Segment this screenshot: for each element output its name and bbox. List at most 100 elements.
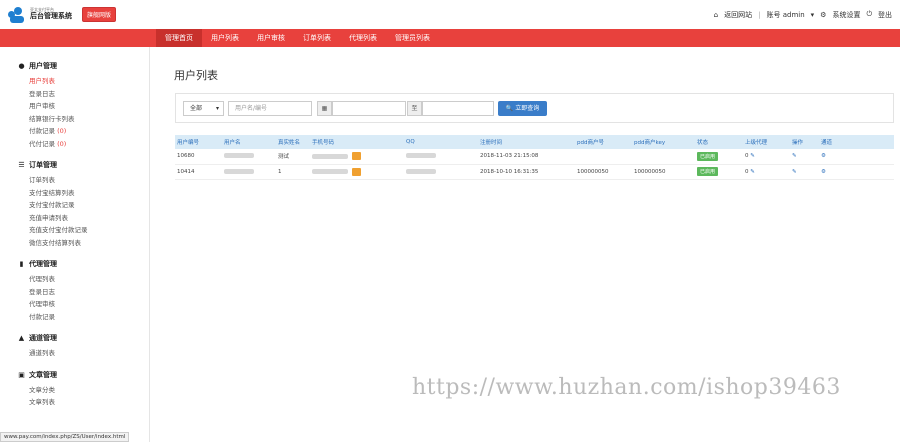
col-pdd-key: pdd商户key <box>632 135 695 149</box>
sidebar-item-bank-cards[interactable]: 结算银行卡列表 <box>18 113 149 126</box>
sidebar-item-user-list[interactable]: 用户列表 <box>18 75 149 88</box>
nav-user-review[interactable]: 用户审核 <box>248 29 294 47</box>
edit-icon[interactable]: ✎ <box>750 153 755 159</box>
table-row: 10414 1 2018-10-10 16:31:35 100000050 10… <box>175 164 894 180</box>
col-status: 状态 <box>695 135 743 149</box>
sidebar-item-proxy-payments[interactable]: 代付记录 (0) <box>18 138 149 151</box>
sidebar-item-agent-review[interactable]: 代理审核 <box>18 298 149 311</box>
cell-status: 已启用 <box>695 164 743 180</box>
col-realname: 真实姓名 <box>276 135 310 149</box>
phone-icon[interactable] <box>352 152 361 161</box>
cell-channel: ⚙ <box>819 164 894 180</box>
col-qq: QQ <box>404 135 478 149</box>
cell-actions: ✎ <box>790 164 819 180</box>
article-icon: ▣ <box>18 370 25 379</box>
logout-link[interactable]: 登出 <box>878 10 892 20</box>
sidebar-item-channels[interactable]: 通道列表 <box>18 347 149 360</box>
list-icon: ☰ <box>18 161 25 169</box>
chevron-down-icon: ▾ <box>215 105 219 112</box>
sidebar-item-agent-login-log[interactable]: 登录日志 <box>18 286 149 299</box>
user-search-input[interactable]: 用户名/编号 <box>228 101 312 116</box>
cell-agent: 0 ✎ <box>743 164 790 180</box>
logo-icon <box>8 6 26 23</box>
calendar-icon: ▦ <box>317 101 332 116</box>
watermark: https://www.huzhan.com/ishop39463 <box>412 375 841 400</box>
date-separator: 至 <box>407 101 422 116</box>
col-pdd-id: pdd商户号 <box>575 135 632 149</box>
sidebar-item-login-log[interactable]: 登录日志 <box>18 88 149 101</box>
cell-regtime: 2018-10-10 16:31:35 <box>478 164 575 180</box>
table-header-row: 用户编号 用户名 真实姓名 手机号码 QQ 注册时间 pdd商户号 pdd商户k… <box>175 135 894 149</box>
sidebar-item-alipay-settle[interactable]: 支付宝结算列表 <box>18 187 149 200</box>
sidebar-item-article-categories[interactable]: 文章分类 <box>18 384 149 397</box>
edit-icon[interactable]: ✎ <box>792 153 797 159</box>
sidebar-item-payments[interactable]: 付款记录 (0) <box>18 125 149 138</box>
sidebar-section-order[interactable]: ☰ 订单管理 <box>18 160 149 170</box>
account-menu[interactable]: 账号 admin <box>766 10 804 20</box>
version-badge: 旗舰网版 <box>82 7 117 22</box>
gear-icon: ⚙ <box>820 10 827 19</box>
status-badge[interactable]: 已启用 <box>697 167 719 176</box>
cell-pdd-id: 100000050 <box>575 164 632 180</box>
road-icon: ▲ <box>18 334 25 342</box>
start-date-input[interactable] <box>332 101 406 116</box>
status-select[interactable]: 全部 ▾ <box>183 101 224 116</box>
status-badge[interactable]: 已启用 <box>697 151 719 161</box>
cell-user-id: 10414 <box>175 164 222 180</box>
edit-icon[interactable]: ✎ <box>792 169 797 175</box>
sidebar-item-orders[interactable]: 订单列表 <box>18 174 149 187</box>
col-regtime: 注册时间 <box>478 135 575 149</box>
cell-regtime: 2018-11-03 21:15:08 <box>478 149 575 165</box>
sidebar-section-agent[interactable]: ▮ 代理管理 <box>18 259 149 269</box>
power-icon: ⏻ <box>866 10 872 18</box>
cell-channel: ⚙ <box>819 149 894 165</box>
nav-admin-list[interactable]: 管理员列表 <box>386 29 439 47</box>
sidebar-section-channel[interactable]: ▲ 通道管理 <box>18 333 149 343</box>
cell-user-id: 10680 <box>175 149 222 165</box>
cell-qq <box>404 164 478 180</box>
end-date-input[interactable] <box>422 101 494 116</box>
table-row: 10680 测试 2018-11-03 21:15:08 已启用 0 ✎ ✎ ⚙ <box>175 149 894 165</box>
gear-icon[interactable]: ⚙ <box>821 169 826 175</box>
col-user-id: 用户编号 <box>175 135 222 149</box>
logo[interactable]: 亚太支付平台 后台管理系统 <box>8 6 72 23</box>
sidebar-item-wechat-settle[interactable]: 微信支付结算列表 <box>18 237 149 250</box>
main-nav-bar: 管理首页 用户列表 用户审核 订单列表 代理列表 管理员列表 <box>0 29 900 47</box>
sidebar-item-recharge[interactable]: 充值申请列表 <box>18 212 149 225</box>
nav-agent-list[interactable]: 代理列表 <box>340 29 386 47</box>
gear-icon[interactable]: ⚙ <box>821 153 826 159</box>
sidebar-item-recharge-alipay[interactable]: 充值支付宝付款记录 <box>18 224 149 237</box>
sidebar-item-agents[interactable]: 代理列表 <box>18 273 149 286</box>
sidebar-item-articles[interactable]: 文章列表 <box>18 396 149 409</box>
nav-order-list[interactable]: 订单列表 <box>294 29 340 47</box>
back-site-link[interactable]: 返回网站 <box>724 10 752 20</box>
sidebar-section-user[interactable]: ● 用户管理 <box>18 61 149 71</box>
cell-pdd-id <box>575 149 632 165</box>
nav-dashboard[interactable]: 管理首页 <box>156 29 202 47</box>
sidebar-item-alipay-payments[interactable]: 支付宝付款记录 <box>18 199 149 212</box>
settings-link[interactable]: 系统设置 <box>832 10 860 20</box>
col-channel: 通道 <box>819 135 894 149</box>
cell-phone <box>310 164 404 180</box>
sidebar: ● 用户管理 用户列表 登录日志 用户审核 结算银行卡列表 付款记录 (0) 代付… <box>0 47 150 442</box>
cell-realname: 测试 <box>276 149 310 165</box>
edit-icon[interactable]: ✎ <box>750 169 755 175</box>
sidebar-item-agent-payments[interactable]: 付款记录 <box>18 311 149 324</box>
cell-username <box>222 164 276 180</box>
nav-user-list[interactable]: 用户列表 <box>202 29 248 47</box>
col-agent: 上级代理 <box>743 135 790 149</box>
status-bar-url: www.pay.com/index.php/ZS/User/index.html <box>0 432 130 442</box>
user-icon: ● <box>18 62 25 70</box>
sidebar-item-user-review[interactable]: 用户审核 <box>18 100 149 113</box>
phone-icon[interactable] <box>352 167 361 176</box>
col-username: 用户名 <box>222 135 276 149</box>
search-button[interactable]: 🔍 立即查询 <box>498 101 547 116</box>
cell-phone <box>310 149 404 165</box>
sidebar-section-article[interactable]: ▣ 文章管理 <box>18 370 149 380</box>
caret-down-icon[interactable]: ▾ <box>811 11 815 19</box>
cell-agent: 0 ✎ <box>743 149 790 165</box>
user-table: 用户编号 用户名 真实姓名 手机号码 QQ 注册时间 pdd商户号 pdd商户k… <box>175 135 894 180</box>
col-phone: 手机号码 <box>310 135 404 149</box>
col-actions: 操作 <box>790 135 819 149</box>
cell-realname: 1 <box>276 164 310 180</box>
